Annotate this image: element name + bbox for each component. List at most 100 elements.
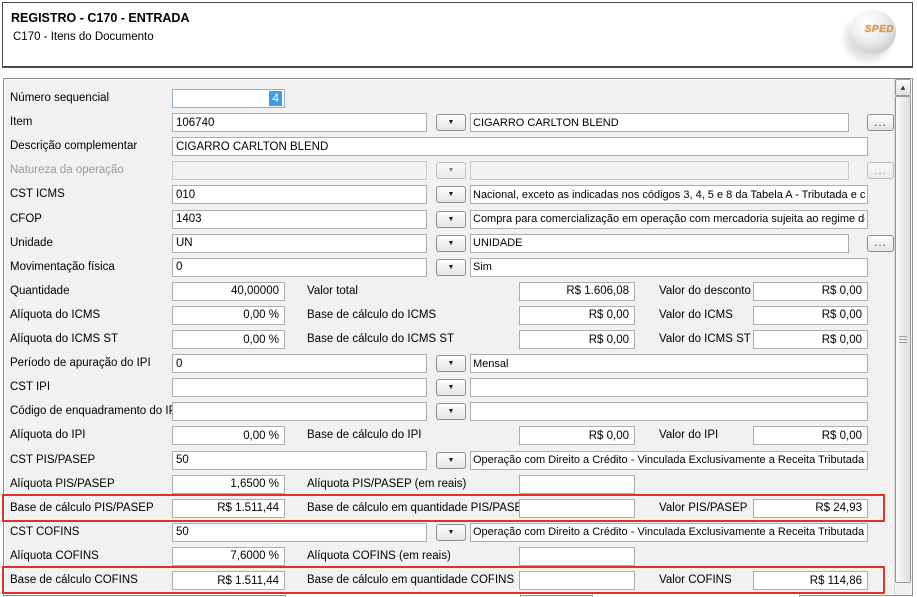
aliquota-do-icms-label: Alíquota do ICMS xyxy=(10,306,100,325)
ellipsis-icon: ... xyxy=(874,239,886,247)
valor-do-desconto-label: Valor do desconto xyxy=(659,282,751,301)
base-de-calculo-em-quantidade-cofins-label: Base de cálculo em quantidade COFINS xyxy=(307,571,514,590)
valor-pis-pasep-label: Valor PIS/PASEP xyxy=(659,499,747,518)
base-de-calculo-do-ipi-input[interactable] xyxy=(519,426,635,445)
cst-cofins-input[interactable] xyxy=(172,523,427,542)
row-aliquota-pis-pasep: Alíquota PIS/PASEP Alíquota PIS/PASEP (em… xyxy=(4,475,894,495)
natureza-da-operacao-description-input[interactable] xyxy=(470,161,849,180)
row-cst-icms: CST ICMS ▼ xyxy=(4,185,894,205)
cst-icms-input[interactable] xyxy=(172,185,427,204)
movimentacao-fisica-dropdown-button[interactable]: ▼ xyxy=(436,259,466,276)
selected-value: 4 xyxy=(269,91,282,106)
aliquota-cofins-input[interactable] xyxy=(172,547,285,566)
chevron-down-icon: ▼ xyxy=(448,167,455,174)
unidade-input[interactable] xyxy=(172,234,427,253)
chevron-down-icon: ▼ xyxy=(448,408,455,415)
cst-pis-pasep-input[interactable] xyxy=(172,451,427,470)
valor-pis-pasep-input[interactable] xyxy=(753,499,868,518)
natureza-da-operacao-dropdown-button[interactable]: ▼ xyxy=(436,162,466,179)
base-de-calculo-pis-pasep-label: Base de cálculo PIS/PASEP xyxy=(10,499,154,518)
descricao-complementar-input[interactable] xyxy=(172,137,868,156)
valor-total-label: Valor total xyxy=(307,282,358,301)
valor-do-desconto-input[interactable] xyxy=(753,282,868,301)
cst-cofins-dropdown-button[interactable]: ▼ xyxy=(436,524,466,541)
chevron-down-icon: ▼ xyxy=(448,384,455,391)
cst-cofins-label: CST COFINS xyxy=(10,523,79,542)
aliquota-cofins-label: Alíquota COFINS xyxy=(10,547,99,566)
base-de-calculo-do-icms-st-input[interactable] xyxy=(519,330,635,349)
unidade-ellipsis-button[interactable]: ... xyxy=(867,235,894,252)
cst-ipi-input[interactable] xyxy=(172,378,427,397)
codigo-de-enquadramento-do-ipi-dropdown-button[interactable]: ▼ xyxy=(436,403,466,420)
cst-pis-pasep-description-input[interactable] xyxy=(470,451,868,470)
scrollbar-thumb[interactable] xyxy=(895,96,911,583)
valor-do-icms-st-label: Valor do ICMS ST xyxy=(659,330,751,349)
valor-cofins-input[interactable] xyxy=(753,571,868,590)
row-base-de-calculo-cofins: Base de cálculo COFINSBase de cálculo em… xyxy=(4,571,894,591)
aliquota-pis-pasep-em-reais-label: Alíquota PIS/PASEP (em reais) xyxy=(307,475,466,494)
aliquota-cofins-em-reais-input[interactable] xyxy=(519,547,635,566)
vertical-scrollbar[interactable]: ▲ xyxy=(894,79,911,595)
base-de-calculo-pis-pasep-input[interactable] xyxy=(172,499,285,518)
aliquota-pis-pasep-em-reais-input[interactable] xyxy=(519,475,635,494)
aliquota-do-icms-input[interactable] xyxy=(172,306,285,325)
base-de-calculo-cofins-input[interactable] xyxy=(172,571,285,590)
unidade-dropdown-button[interactable]: ▼ xyxy=(436,235,466,252)
periodo-de-apuracao-do-ipi-input[interactable] xyxy=(172,354,427,373)
periodo-de-apuracao-do-ipi-description-input[interactable] xyxy=(470,354,868,373)
base-de-calculo-em-quantidade-pis-pasep-input[interactable] xyxy=(519,499,635,518)
row-aliquota-cofins: Alíquota COFINSAlíquota COFINS (em reais… xyxy=(4,547,894,567)
scroll-up-icon: ▲ xyxy=(899,84,907,92)
base-de-calculo-em-quantidade-cofins-input[interactable] xyxy=(519,571,635,590)
row-movimentacao-fisica: Movimentação física▼ xyxy=(4,258,894,278)
codigo-de-enquadramento-do-ipi-description-input[interactable] xyxy=(470,402,868,421)
numero-sequencial-input[interactable]: 4 xyxy=(172,89,285,108)
row-natureza-da-operacao: Natureza da operação▼... xyxy=(4,161,894,181)
cst-pis-pasep-dropdown-button[interactable]: ▼ xyxy=(436,452,466,469)
sped-logo-icon: SPED xyxy=(850,10,896,54)
item-ellipsis-button[interactable]: ... xyxy=(867,114,894,131)
valor-do-ipi-input[interactable] xyxy=(753,426,868,445)
row-descricao-complementar: Descrição complementar xyxy=(4,137,894,157)
aliquota-do-ipi-input[interactable] xyxy=(172,426,285,445)
natureza-da-operacao-ellipsis-button[interactable]: ... xyxy=(867,162,894,179)
valor-do-icms-input[interactable] xyxy=(753,306,868,325)
codigo-de-enquadramento-do-ipi-input[interactable] xyxy=(172,402,427,421)
chevron-down-icon: ▼ xyxy=(448,360,455,367)
cst-ipi-dropdown-button[interactable]: ▼ xyxy=(436,379,466,396)
partial-row-input xyxy=(592,593,800,597)
cfop-dropdown-button[interactable]: ▼ xyxy=(436,211,466,228)
movimentacao-fisica-input[interactable] xyxy=(172,258,427,277)
cst-icms-description-input[interactable] xyxy=(470,185,868,204)
partial-row-input xyxy=(285,593,521,597)
cfop-input[interactable] xyxy=(172,210,427,229)
periodo-de-apuracao-do-ipi-dropdown-button[interactable]: ▼ xyxy=(436,355,466,372)
aliquota-do-ipi-label: Alíquota do IPI xyxy=(10,426,85,445)
quantidade-input[interactable] xyxy=(172,282,285,301)
cfop-description-input[interactable] xyxy=(470,210,868,229)
valor-total-input[interactable] xyxy=(519,282,635,301)
natureza-da-operacao-input[interactable] xyxy=(172,161,427,180)
item-description-input[interactable] xyxy=(470,113,849,132)
row-codigo-de-enquadramento-do-ipi: Código de enquadramento do IPI▼ xyxy=(4,402,894,422)
aliquota-do-icms-st-label: Alíquota do ICMS ST xyxy=(10,330,118,349)
valor-do-icms-label: Valor do ICMS xyxy=(659,306,733,325)
movimentacao-fisica-description-input[interactable] xyxy=(470,258,868,277)
chevron-down-icon: ▼ xyxy=(448,529,455,536)
aliquota-do-icms-st-input[interactable] xyxy=(172,330,285,349)
descricao-complementar-label: Descrição complementar xyxy=(10,137,137,156)
base-de-calculo-do-icms-input[interactable] xyxy=(519,306,635,325)
scroll-up-button[interactable]: ▲ xyxy=(895,79,911,96)
unidade-description-input[interactable] xyxy=(470,234,849,253)
unidade-label: Unidade xyxy=(10,234,53,253)
aliquota-pis-pasep-label: Alíquota PIS/PASEP xyxy=(10,475,115,494)
valor-do-icms-st-input[interactable] xyxy=(753,330,868,349)
aliquota-pis-pasep-input[interactable] xyxy=(172,475,285,494)
item-input[interactable] xyxy=(172,113,427,132)
cst-cofins-description-input[interactable] xyxy=(470,523,868,542)
cst-ipi-description-input[interactable] xyxy=(470,378,868,397)
cst-icms-label: CST ICMS xyxy=(10,185,65,204)
item-dropdown-button[interactable]: ▼ xyxy=(436,114,466,131)
row-cst-cofins: CST COFINS ▼ xyxy=(4,523,894,543)
cst-icms-dropdown-button[interactable]: ▼ xyxy=(436,186,466,203)
